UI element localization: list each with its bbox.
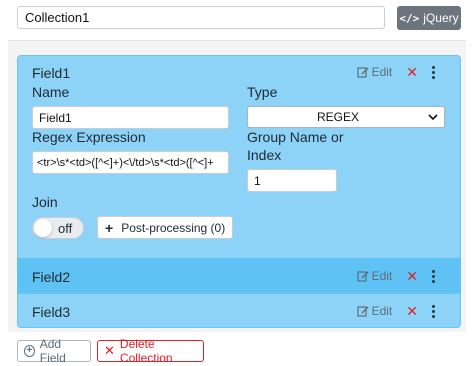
close-icon: ✕ — [104, 343, 115, 358]
type-label: Type — [247, 84, 278, 100]
type-select[interactable]: REGEX — [247, 106, 445, 128]
name-label: Name — [32, 84, 70, 100]
edit-label: Edit — [371, 65, 393, 79]
delete-field-icon[interactable]: ✕ — [406, 269, 418, 283]
field-actions: Edit ✕ — [356, 65, 436, 79]
field-actions: Edit ✕ — [356, 304, 436, 318]
regex-label: Regex Expression — [32, 129, 146, 145]
field-panel-3[interactable]: Field3 Edit ✕ — [17, 293, 461, 328]
code-icon: </> — [399, 11, 420, 25]
jquery-button[interactable]: </> jQuery — [397, 6, 461, 30]
join-toggle[interactable]: off — [32, 217, 84, 239]
edit-field-button[interactable]: Edit — [356, 304, 393, 318]
field-actions: Edit ✕ — [356, 269, 436, 283]
add-field-button[interactable]: + Add Field — [17, 337, 91, 365]
edit-field-button[interactable]: Edit — [356, 65, 393, 79]
jquery-button-label: jQuery — [423, 11, 459, 25]
regex-input[interactable] — [32, 151, 229, 174]
more-options-icon[interactable] — [432, 304, 436, 318]
field-panel-1: Field1 Edit ✕ Name Type REGEX Regex Expr… — [17, 55, 461, 259]
more-options-icon[interactable] — [432, 65, 436, 79]
field-title: Field2 — [32, 269, 71, 285]
plus-icon: + — [105, 219, 114, 236]
type-select-value: REGEX — [316, 110, 359, 124]
add-field-label: Add Field — [39, 337, 66, 365]
group-label-line1: Group Name or — [247, 129, 344, 145]
group-input[interactable] — [247, 169, 337, 192]
edit-label: Edit — [371, 304, 393, 318]
delete-collection-button[interactable]: ✕ Delete Collection — [97, 337, 204, 365]
field-panel-2[interactable]: Field2 Edit ✕ — [17, 258, 461, 293]
delete-field-icon[interactable]: ✕ — [406, 65, 418, 79]
field-title: Field1 — [32, 65, 71, 81]
field-title: Field3 — [32, 304, 71, 320]
collection-name-input[interactable] — [17, 6, 385, 29]
edit-icon — [356, 271, 369, 282]
collection-header: </> jQuery — [0, 0, 474, 40]
post-processing-button[interactable]: + Post-processing (0) — [97, 216, 234, 239]
toggle-knob — [34, 219, 52, 237]
field-name-input[interactable] — [32, 106, 229, 129]
more-options-icon[interactable] — [432, 269, 436, 283]
delete-collection-label: Delete Collection — [119, 337, 173, 365]
plus-circle-icon: + — [24, 345, 35, 357]
edit-icon — [356, 67, 369, 78]
join-label: Join — [32, 194, 58, 210]
post-processing-label: Post-processing (0) — [121, 220, 226, 235]
edit-label: Edit — [371, 269, 393, 283]
edit-icon — [356, 306, 369, 317]
edit-field-button[interactable]: Edit — [356, 269, 393, 283]
chevron-down-icon — [428, 114, 438, 121]
join-toggle-label: off — [58, 221, 73, 236]
delete-field-icon[interactable]: ✕ — [406, 304, 418, 318]
group-label-line2: Index — [247, 147, 282, 163]
